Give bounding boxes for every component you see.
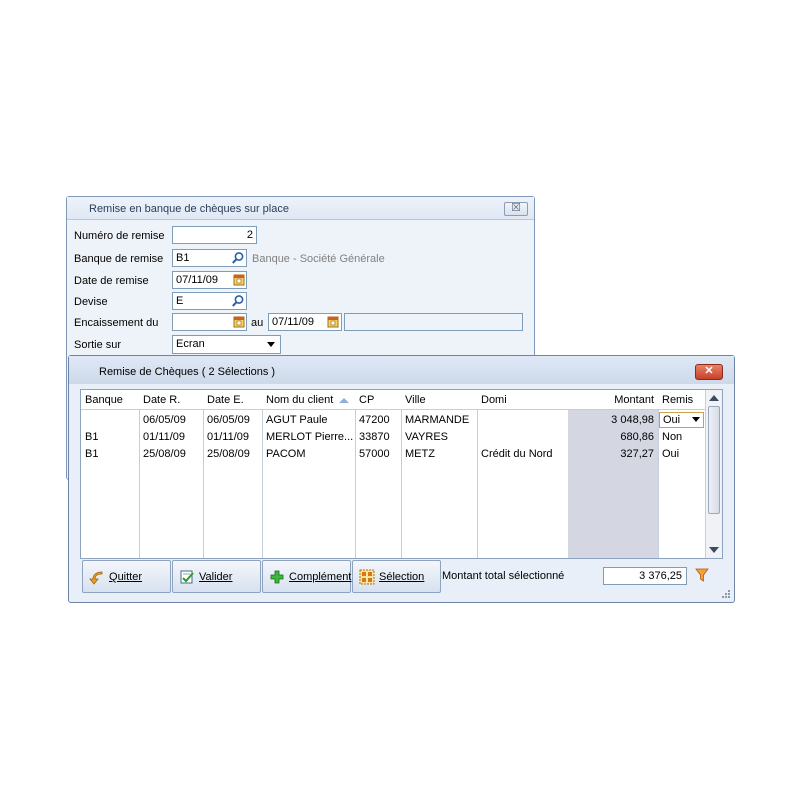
cell-ville: MARMANDE xyxy=(405,414,470,426)
valider-label: Valider xyxy=(199,571,233,583)
chevron-down-icon[interactable] xyxy=(692,417,700,422)
cell-date-r: 25/08/09 xyxy=(143,448,186,460)
cell-date-e: 01/11/09 xyxy=(207,431,250,443)
header-banque[interactable]: Banque xyxy=(81,390,139,410)
cell-cp: 57000 xyxy=(359,448,390,460)
header-nom[interactable]: Nom du client xyxy=(262,390,355,410)
cell-ville: VAYRES xyxy=(405,431,448,443)
banque-description: Banque - Société Générale xyxy=(252,253,385,265)
cell-date-r: 06/05/09 xyxy=(143,414,186,426)
scroll-thumb[interactable] xyxy=(708,406,720,514)
filter-funnel-icon[interactable] xyxy=(695,567,709,583)
selection-button[interactable]: Sélection xyxy=(352,560,441,593)
calendar-icon[interactable] xyxy=(233,273,245,286)
cell-cp: 47200 xyxy=(359,414,390,426)
cell-date-r: 01/11/09 xyxy=(143,431,186,443)
devise-label: Devise xyxy=(74,296,108,308)
cell-montant: 3 048,98 xyxy=(611,414,654,426)
cell-domi xyxy=(477,429,568,445)
numero-remise-input[interactable]: 2 xyxy=(172,226,257,244)
scroll-down-icon[interactable] xyxy=(709,547,719,553)
resize-grip-icon[interactable] xyxy=(721,589,731,599)
search-icon[interactable] xyxy=(231,251,245,265)
quitter-label: Quitter xyxy=(109,571,143,583)
cell-domi: Crédit du Nord xyxy=(481,448,553,460)
cell-cp: 33870 xyxy=(359,431,390,443)
cell-nom: PACOM xyxy=(266,448,306,460)
cell-ville: METZ xyxy=(405,448,435,460)
cell-banque: B1 xyxy=(85,448,99,460)
header-date-e[interactable]: Date E. xyxy=(203,390,262,410)
selection-grid-icon xyxy=(359,569,375,585)
au-label: au xyxy=(251,317,264,329)
sortie-select[interactable]: Ecran xyxy=(172,335,281,354)
cell-montant: 327,27 xyxy=(620,448,654,460)
cell-date-e: 25/08/09 xyxy=(207,448,250,460)
date-remise-label: Date de remise xyxy=(74,275,149,287)
cell-nom: AGUT Paule xyxy=(266,414,328,426)
search-icon[interactable] xyxy=(231,294,245,308)
encaissement-label: Encaissement du xyxy=(74,317,159,329)
back-window-titlebar[interactable]: Remise en banque de chèques sur place ☒ xyxy=(67,197,534,220)
banque-remise-label: Banque de remise xyxy=(74,253,164,265)
sort-ascending-icon xyxy=(339,398,349,403)
checklist-icon xyxy=(180,570,194,584)
back-window-close-button[interactable]: ☒ xyxy=(504,202,528,216)
cell-remis[interactable]: Non xyxy=(658,429,707,445)
encaissement-extra-field xyxy=(344,313,523,331)
montant-total-label: Montant total sélectionné xyxy=(442,570,565,582)
vertical-scrollbar[interactable] xyxy=(705,390,722,558)
valider-button[interactable]: Valider xyxy=(172,560,261,593)
calendar-icon[interactable] xyxy=(233,315,245,328)
remis-combo[interactable]: Oui xyxy=(659,412,704,428)
front-window-titlebar[interactable]: Remise de Chèques ( 2 Sélections ) ✕ xyxy=(69,356,734,384)
back-window-title: Remise en banque de chèques sur place xyxy=(89,203,289,215)
header-date-r[interactable]: Date R. xyxy=(139,390,203,410)
cheques-grid[interactable]: Banque Date R. Date E. Nom du client CP … xyxy=(80,389,723,559)
remis-value: Oui xyxy=(663,414,681,426)
header-nom-label: Nom du client xyxy=(266,394,334,406)
front-window-close-button[interactable]: ✕ xyxy=(695,364,723,380)
cell-montant: 680,86 xyxy=(620,431,654,443)
header-remis[interactable]: Remis xyxy=(658,390,707,410)
header-domi[interactable]: Domi xyxy=(477,390,568,410)
header-cp[interactable]: CP xyxy=(355,390,401,410)
complement-label: Complément xyxy=(289,571,352,583)
plus-icon xyxy=(270,570,284,584)
header-montant[interactable]: Montant xyxy=(568,390,658,410)
cell-banque xyxy=(81,412,139,428)
exit-arrow-icon xyxy=(89,571,103,585)
quitter-button[interactable]: Quitter xyxy=(82,560,171,593)
chevron-down-icon xyxy=(267,342,275,347)
sortie-value: Ecran xyxy=(176,338,205,350)
cell-banque: B1 xyxy=(85,431,99,443)
calendar-icon[interactable] xyxy=(327,315,339,328)
complement-button[interactable]: Complément xyxy=(262,560,351,593)
montant-total-field: 3 376,25 xyxy=(603,567,687,585)
cell-domi xyxy=(477,412,568,428)
cell-date-e: 06/05/09 xyxy=(207,414,250,426)
numero-remise-label: Numéro de remise xyxy=(74,230,165,242)
remise-cheques-window: Remise de Chèques ( 2 Sélections ) ✕ Ban… xyxy=(68,355,735,603)
header-ville[interactable]: Ville xyxy=(401,390,477,410)
cell-nom: MERLOT Pierre... xyxy=(266,431,354,443)
selection-label: Sélection xyxy=(379,571,425,583)
front-window-title: Remise de Chèques ( 2 Sélections ) xyxy=(99,366,276,378)
cell-remis[interactable]: Oui xyxy=(658,446,707,462)
scroll-up-icon[interactable] xyxy=(709,395,719,401)
sortie-label: Sortie sur xyxy=(74,339,122,351)
